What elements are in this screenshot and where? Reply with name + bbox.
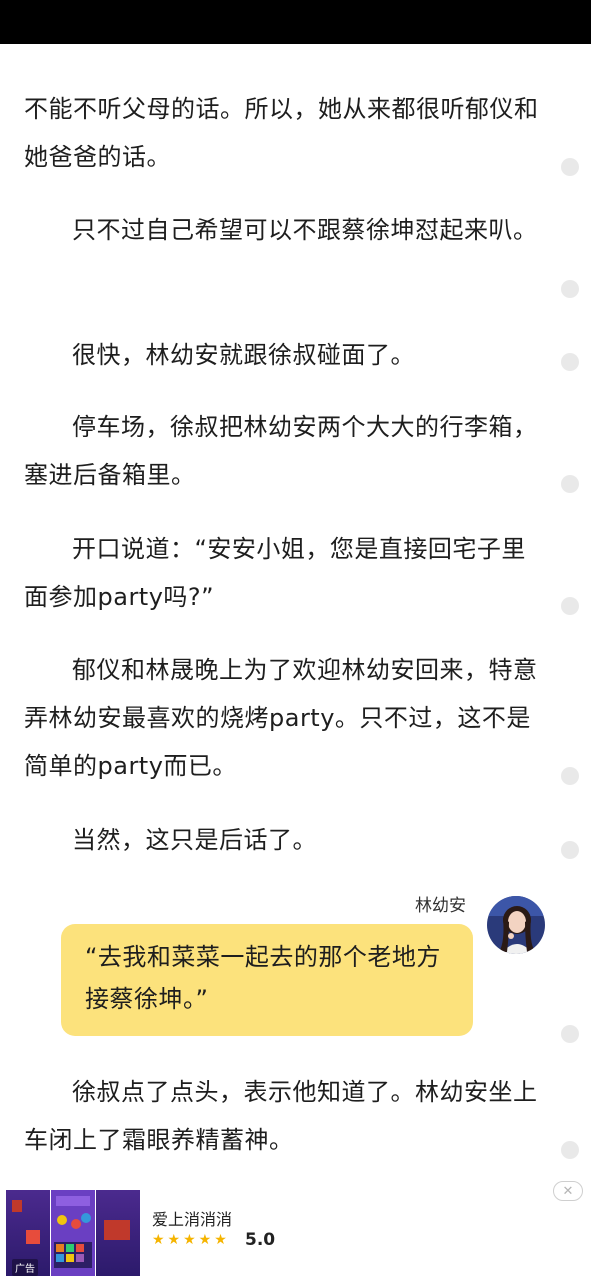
dialogue-bubble: “去我和菜菜一起去的那个老地方接蔡徐坤。” xyxy=(61,924,473,1036)
dialogue-text: “去我和菜菜一起去的那个老地方接蔡徐坤。” xyxy=(85,943,441,1013)
paragraph-comment-dot[interactable] xyxy=(561,767,579,785)
ad-thumbnail[interactable]: 广告 xyxy=(6,1190,140,1276)
paragraph: 只不过自己希望可以不跟蔡徐坤怼起来叭。 xyxy=(72,216,538,244)
paragraph-comment-dot[interactable] xyxy=(561,841,579,859)
close-icon: ✕ xyxy=(562,1183,574,1199)
paragraph: 停车场，徐叔把林幼安两个大大的行李箱，塞进后备箱里。 xyxy=(24,413,538,489)
paragraph: 开口说道：“安安小姐，您是直接回宅子里面参加party吗?” xyxy=(24,535,526,611)
ad-rating-value: 5.0 xyxy=(245,1230,276,1250)
paragraph-comment-dot[interactable] xyxy=(561,1025,579,1043)
ad-banner[interactable]: 广告 爱上消消消 ★★★★★ 5.0 xyxy=(0,1180,591,1280)
ad-rating-stars: ★★★★★ xyxy=(152,1232,230,1248)
paragraph-comment-dot[interactable] xyxy=(561,475,579,493)
paragraph-comment-dot[interactable] xyxy=(561,597,579,615)
paragraph-comment-dot[interactable] xyxy=(561,353,579,371)
avatar-image xyxy=(487,896,545,954)
ad-close-button[interactable]: ✕ xyxy=(553,1181,583,1201)
paragraph: 徐叔点了点头，表示他知道了。林幼安坐上车闭上了霜眼养精蓄神。 xyxy=(24,1078,538,1154)
ad-title[interactable]: 爱上消消消 xyxy=(152,1206,232,1230)
speaker-avatar[interactable] xyxy=(487,896,545,954)
paragraph: 不能不听父母的话。所以，她从来都很听郁仪和她爸爸的话。 xyxy=(24,95,539,171)
paragraph: 郁仪和林晟晚上为了欢迎林幼安回来，特意弄林幼安最喜欢的烧烤party。只不过，这… xyxy=(24,656,538,780)
paragraph-comment-dot[interactable] xyxy=(561,1141,579,1159)
ad-tag: 广告 xyxy=(12,1259,38,1276)
paragraph-comment-dot[interactable] xyxy=(561,158,579,176)
dialogue-speaker-name: 林幼安 xyxy=(415,896,466,916)
paragraph: 当然，这只是后话了。 xyxy=(72,826,317,854)
paragraph: 很快，林幼安就跟徐叔碰面了。 xyxy=(72,341,415,369)
status-bar xyxy=(0,0,591,44)
paragraph-comment-dot[interactable] xyxy=(561,280,579,298)
